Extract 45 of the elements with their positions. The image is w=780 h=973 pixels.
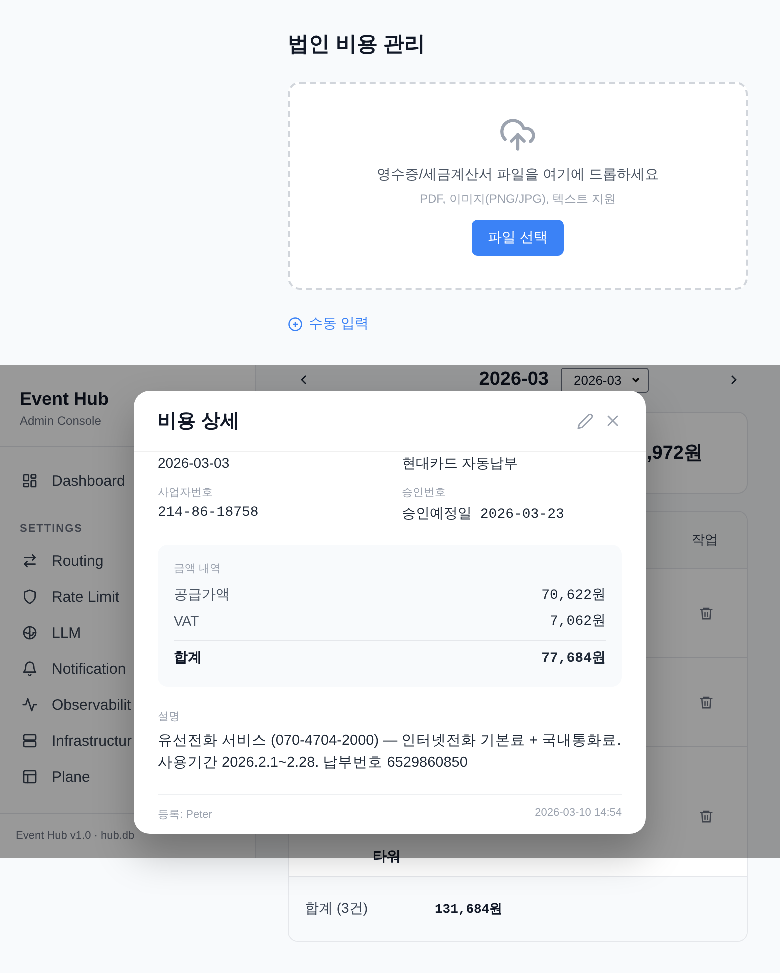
bell-icon	[22, 661, 38, 677]
choose-file-button[interactable]: 파일 선택	[472, 220, 564, 256]
field-value: 현대카드 자동납부	[402, 455, 519, 473]
manual-entry-link[interactable]: 수동 입력	[288, 315, 369, 333]
amount-label: VAT	[174, 613, 200, 629]
app-name: Event Hub	[20, 389, 110, 410]
summary-amount: ,972원	[647, 442, 703, 466]
pencil-icon[interactable]	[577, 412, 594, 430]
grid-icon	[22, 473, 38, 489]
amount-value: 70,622원	[542, 587, 606, 604]
dialog-title: 비용 상세	[158, 410, 240, 434]
shield-icon	[22, 589, 38, 605]
file-dropzone[interactable]: 영수증/세금계산서 파일을 여기에 드롭하세요 PDF, 이미지(PNG/JPG), 텍스트 지원 파일 선택	[288, 82, 748, 290]
field-label: 설명	[158, 710, 181, 724]
panel-title: 금액 내역	[174, 562, 222, 576]
registered-time: 2026-03-10 14:54	[535, 807, 622, 821]
column-header: 작업	[692, 531, 718, 549]
field-value: 승인예정일 2026-03-23	[402, 506, 566, 523]
amount-value: 7,062원	[550, 613, 606, 630]
trash-icon[interactable]	[699, 606, 714, 620]
total-label: 합계 (3건)	[304, 900, 369, 918]
month-title: 2026-03	[479, 369, 549, 391]
cloud-upload-icon	[499, 116, 537, 154]
field-label: 승인번호	[402, 486, 447, 500]
layout-icon	[22, 769, 38, 785]
trash-icon[interactable]	[699, 809, 714, 824]
field-label: 사업자번호	[158, 486, 214, 500]
month-select[interactable]: 2026-03	[561, 368, 649, 392]
arrows-icon	[22, 553, 38, 569]
amount-label: 공급가액	[174, 586, 230, 604]
amount-value: 77,684원	[542, 650, 606, 667]
plus-circle-icon	[288, 316, 303, 332]
section-heading: SETTINGS	[20, 523, 84, 535]
amount-label: 합계	[174, 649, 202, 667]
app-subtitle: Admin Console	[20, 414, 102, 428]
field-value: 214-86-18758	[158, 505, 260, 521]
pulse-icon	[22, 697, 38, 713]
description-text: 유선전화 서비스 (070-4704-2000) — 인터넷전화 기본료 + 국내통화료. 사용기간 2026.2.1~2.28. 납부번호 6529860850	[158, 732, 622, 773]
field-value: 2026-03-03	[158, 455, 231, 473]
dropzone-message: 영수증/세금계산서 파일을 여기에 드롭하세요	[377, 166, 659, 184]
page-title: 법인 비용 관리	[288, 32, 427, 58]
total-amount: 131,684원	[435, 901, 503, 918]
dropzone-hint: PDF, 이미지(PNG/JPG), 텍스트 지원	[420, 191, 616, 208]
trash-icon[interactable]	[699, 694, 714, 710]
server-icon	[22, 733, 38, 749]
